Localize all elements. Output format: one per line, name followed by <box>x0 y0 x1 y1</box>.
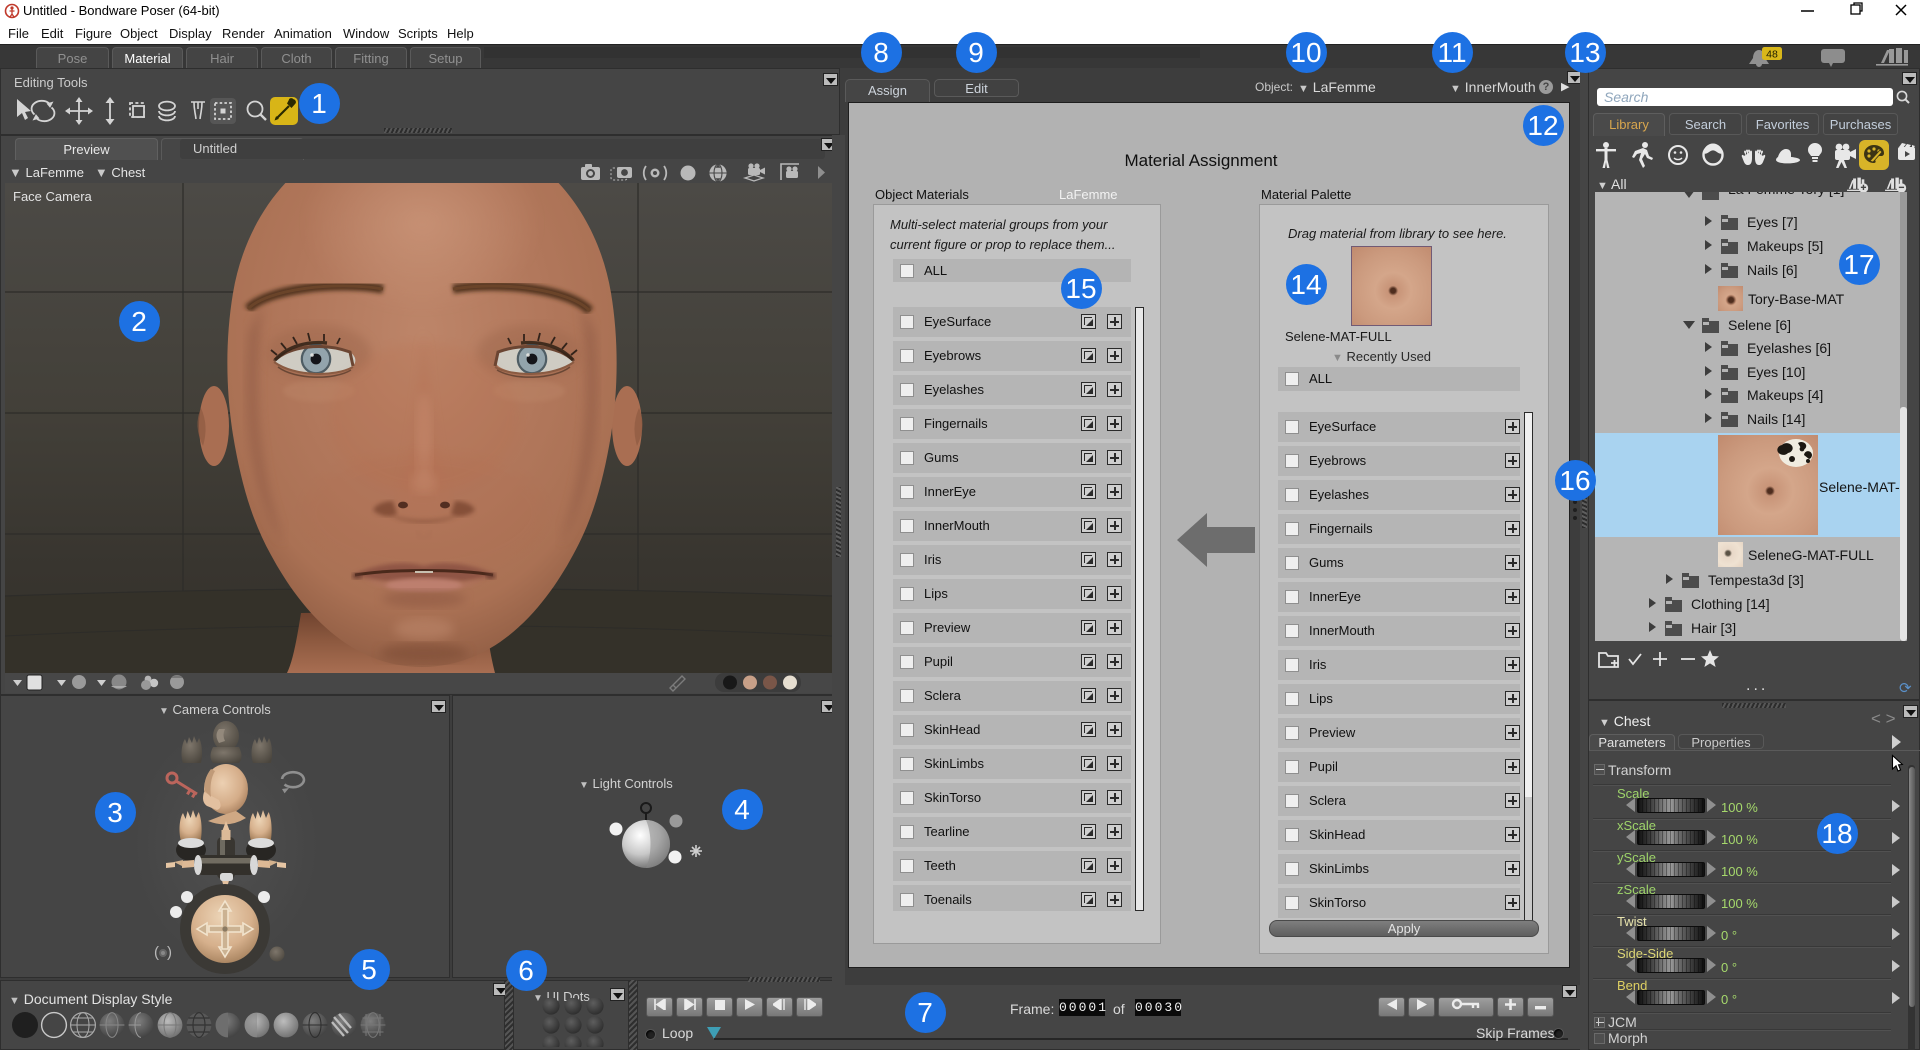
svg-text:48: 48 <box>1766 49 1778 61</box>
